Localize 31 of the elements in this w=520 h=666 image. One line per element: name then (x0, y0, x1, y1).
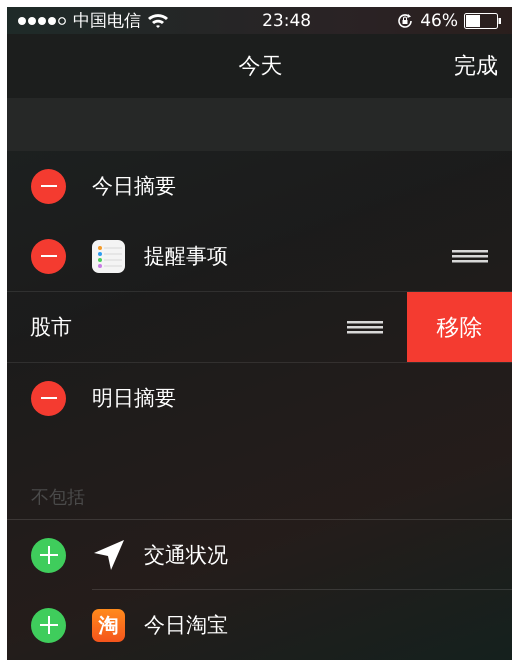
battery-icon (464, 12, 502, 29)
minus-icon (40, 255, 56, 257)
minus-icon (40, 397, 56, 399)
reorder-handle-icon[interactable] (452, 249, 488, 263)
remove-circle-button[interactable] (31, 380, 66, 416)
plus-icon (38, 545, 58, 565)
location-arrow-icon (92, 539, 124, 571)
remove-button[interactable]: 移除 (407, 292, 512, 362)
remove-circle-button[interactable] (31, 238, 66, 274)
rotation-lock-icon (396, 12, 414, 30)
widget-name: 今日淘宝 (144, 612, 229, 639)
list-icon (92, 240, 125, 272)
signal-icon (17, 16, 67, 26)
add-circle-button[interactable] (31, 608, 66, 642)
done-button[interactable]: 完成 (454, 51, 498, 82)
battery-percent: 46% (420, 10, 458, 31)
minus-icon (40, 185, 56, 187)
widget-name: 股市 (29, 314, 73, 341)
widget-name: 提醒事项 (144, 243, 229, 270)
shopping-app-icon: 淘 (92, 608, 125, 642)
widget-name: 今日摘要 (92, 173, 177, 200)
page-title: 今天 (238, 53, 284, 82)
plus-icon (38, 615, 58, 635)
carrier-name: 中国电信 (73, 10, 141, 32)
wifi-icon (147, 12, 169, 29)
remove-circle-button[interactable] (31, 168, 66, 204)
widget-name: 交通状况 (144, 542, 229, 569)
status-time: 23:48 (261, 10, 312, 31)
widget-name: 明日摘要 (92, 385, 177, 412)
reorder-handle-icon[interactable] (347, 320, 383, 334)
add-circle-button[interactable] (31, 538, 66, 572)
